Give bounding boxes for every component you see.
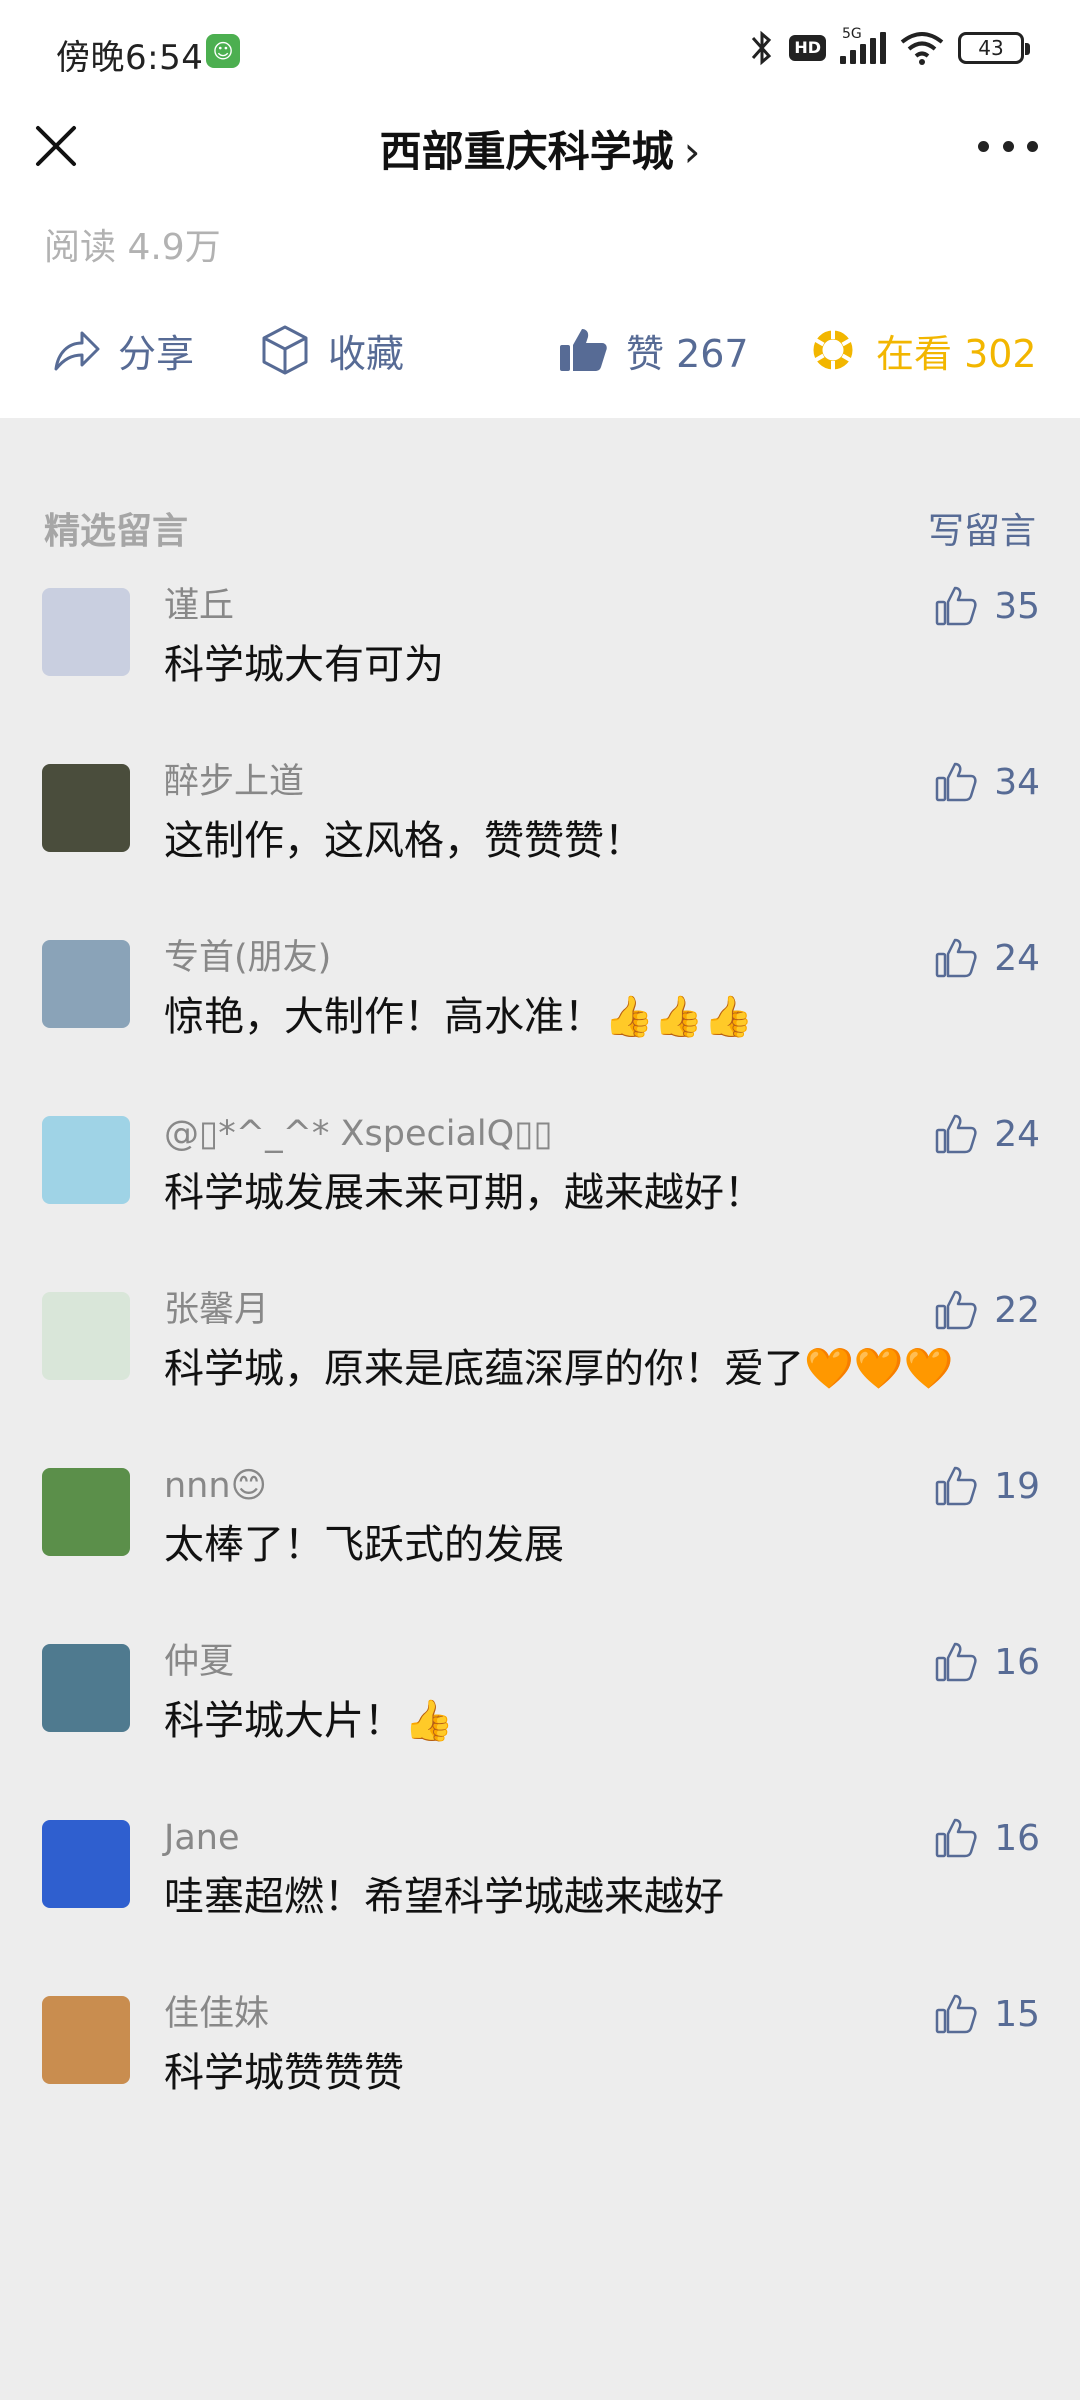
thumbs-up-icon (935, 1818, 977, 1858)
comment-text: 科学城大有可为 (164, 642, 444, 688)
commenter-name[interactable]: 仲夏 (164, 1634, 1040, 1690)
avatar[interactable] (42, 1644, 130, 1732)
comment-text: 惊艳，大制作！高水准！👍👍👍 (164, 994, 754, 1040)
write-comment-button[interactable]: 写留言 (928, 502, 1036, 554)
thumbs-up-icon (935, 1114, 977, 1154)
avatar[interactable] (42, 940, 130, 1028)
avatar[interactable] (42, 1116, 130, 1204)
thumbs-up-icon (935, 1994, 977, 2034)
comment-item: @▯*^_^* XspecialQ▯▯ 科学城发展未来可期，越来越好！ 24 (0, 1106, 1080, 1282)
comment-like-button[interactable]: 16 (934, 1816, 1040, 1860)
comment-like-count: 24 (994, 1113, 1040, 1155)
comment-like-button[interactable]: 22 (934, 1288, 1040, 1332)
like-label: 赞 267 (626, 331, 749, 376)
wow-button[interactable]: 在看 302 (806, 314, 1037, 386)
status-time: 傍晚6:54 (56, 38, 204, 78)
signal-icon: 5G (840, 26, 886, 64)
commenter-name[interactable]: 张馨月 (164, 1282, 1040, 1338)
network-type: 5G (842, 26, 862, 42)
comment-item: 佳佳妹 科学城赞赞赞 15 (0, 1986, 1080, 2162)
comment-like-count: 34 (994, 761, 1040, 803)
thumbs-up-icon (935, 762, 977, 802)
comment-like-button[interactable]: 24 (934, 936, 1040, 980)
comment-like-count: 35 (994, 585, 1040, 627)
avatar[interactable] (42, 764, 130, 852)
wow-star-icon (812, 327, 854, 373)
comments-title: 精选留言 (44, 511, 189, 552)
thumbs-up-icon (935, 1466, 977, 1506)
nav-bar: 西部重庆科学城 › (0, 106, 1080, 186)
commenter-name[interactable]: 专首(朋友) (164, 930, 1040, 986)
action-row: 分享 收藏 赞 267 在看 302 (0, 314, 1080, 386)
comment-text: 科学城大片！👍 (164, 1698, 454, 1744)
avatar[interactable] (42, 1996, 130, 2084)
share-icon (54, 331, 100, 371)
share-label: 分享 (118, 331, 195, 376)
commenter-name[interactable]: 谨丘 (164, 578, 1040, 634)
commenter-name[interactable]: 醉步上道 (164, 754, 1040, 810)
thumbs-up-icon (935, 938, 977, 978)
comment-like-button[interactable]: 24 (934, 1112, 1040, 1156)
thumbs-up-icon (935, 1290, 977, 1330)
avatar[interactable] (42, 1292, 130, 1380)
comment-like-button[interactable]: 15 (934, 1992, 1040, 2036)
comment-text: 这制作，这风格，赞赞赞！ (164, 818, 644, 864)
account-name[interactable]: 西部重庆科学城 › (0, 118, 1080, 179)
comment-like-button[interactable]: 35 (934, 584, 1040, 628)
like-button[interactable]: 赞 267 (556, 314, 749, 386)
article-footer: 傍晚6:54 ☺ HD 5G 43 西部重庆科学城 › 阅读 4.9万 分享 收… (0, 0, 1080, 418)
comment-text: 太棒了！飞跃式的发展 (164, 1522, 564, 1568)
share-button[interactable]: 分享 (48, 314, 194, 386)
comments-header: 精选留言 写留言 (0, 418, 1080, 578)
comment-text: 科学城赞赞赞 (164, 2050, 404, 2096)
comment-item: 醉步上道 这制作，这风格，赞赞赞！ 34 (0, 754, 1080, 930)
read-count: 阅读 4.9万 (44, 227, 221, 268)
page-title[interactable]: 西部重庆科学城 (380, 127, 674, 176)
favorite-button[interactable]: 收藏 (258, 314, 404, 386)
comment-text: 科学城发展未来可期，越来越好！ (164, 1170, 764, 1216)
avatar[interactable] (42, 1468, 130, 1556)
comment-text: 哇塞超燃！希望科学城越来越好 (164, 1874, 724, 1920)
comment-like-count: 16 (994, 1641, 1040, 1683)
avatar[interactable] (42, 588, 130, 676)
favorite-label: 收藏 (328, 331, 405, 376)
comment-like-count: 22 (994, 1289, 1040, 1331)
android-app-icon: ☺ (206, 34, 240, 68)
commenter-name[interactable]: nnn😊 (164, 1458, 1040, 1514)
comment-like-count: 15 (994, 1993, 1040, 2035)
thumbs-up-icon (935, 1642, 977, 1682)
comment-list: 谨丘 科学城大有可为 35 醉步上道 这制作，这风格，赞赞赞！ 34 专首(朋友… (0, 578, 1080, 2162)
comment-like-button[interactable]: 16 (934, 1640, 1040, 1684)
comment-item: nnn😊 太棒了！飞跃式的发展 19 (0, 1458, 1080, 1634)
battery-icon: 43 (958, 32, 1030, 64)
comment-like-button[interactable]: 34 (934, 760, 1040, 804)
commenter-name[interactable]: Jane (164, 1810, 1040, 1866)
comment-like-count: 16 (994, 1817, 1040, 1859)
commenter-name[interactable]: @▯*^_^* XspecialQ▯▯ (164, 1106, 1040, 1162)
wifi-icon (900, 32, 944, 65)
commenter-name[interactable]: 佳佳妹 (164, 1986, 1040, 2042)
comment-item: 专首(朋友) 惊艳，大制作！高水准！👍👍👍 24 (0, 930, 1080, 1106)
bluetooth-icon (752, 30, 772, 66)
comment-text: 科学城，原来是底蕴深厚的你！爱了🧡🧡🧡 (164, 1346, 954, 1392)
wow-label: 在看 302 (876, 331, 1037, 376)
comment-like-button[interactable]: 19 (934, 1464, 1040, 1508)
thumbs-up-icon (935, 586, 977, 626)
comments-section: 精选留言 写留言 谨丘 科学城大有可为 35 醉步上道 这制作，这风格，赞赞赞！… (0, 418, 1080, 2162)
status-icons: HD 5G 43 (749, 26, 1030, 68)
status-bar: 傍晚6:54 ☺ HD 5G 43 (0, 0, 1080, 106)
thumbs-up-filled-icon (560, 329, 607, 371)
hd-badge: HD (789, 35, 826, 61)
comment-item: 张馨月 科学城，原来是底蕴深厚的你！爱了🧡🧡🧡 22 (0, 1282, 1080, 1458)
avatar[interactable] (42, 1820, 130, 1908)
comment-like-count: 24 (994, 937, 1040, 979)
comment-item: 仲夏 科学城大片！👍 16 (0, 1634, 1080, 1810)
comment-item: 谨丘 科学城大有可为 35 (0, 578, 1080, 754)
comment-like-count: 19 (994, 1465, 1040, 1507)
comment-item: Jane 哇塞超燃！希望科学城越来越好 16 (0, 1810, 1080, 1986)
cube-icon (262, 325, 308, 375)
more-icon[interactable] (978, 126, 1038, 166)
chevron-right-icon: › (683, 127, 701, 176)
